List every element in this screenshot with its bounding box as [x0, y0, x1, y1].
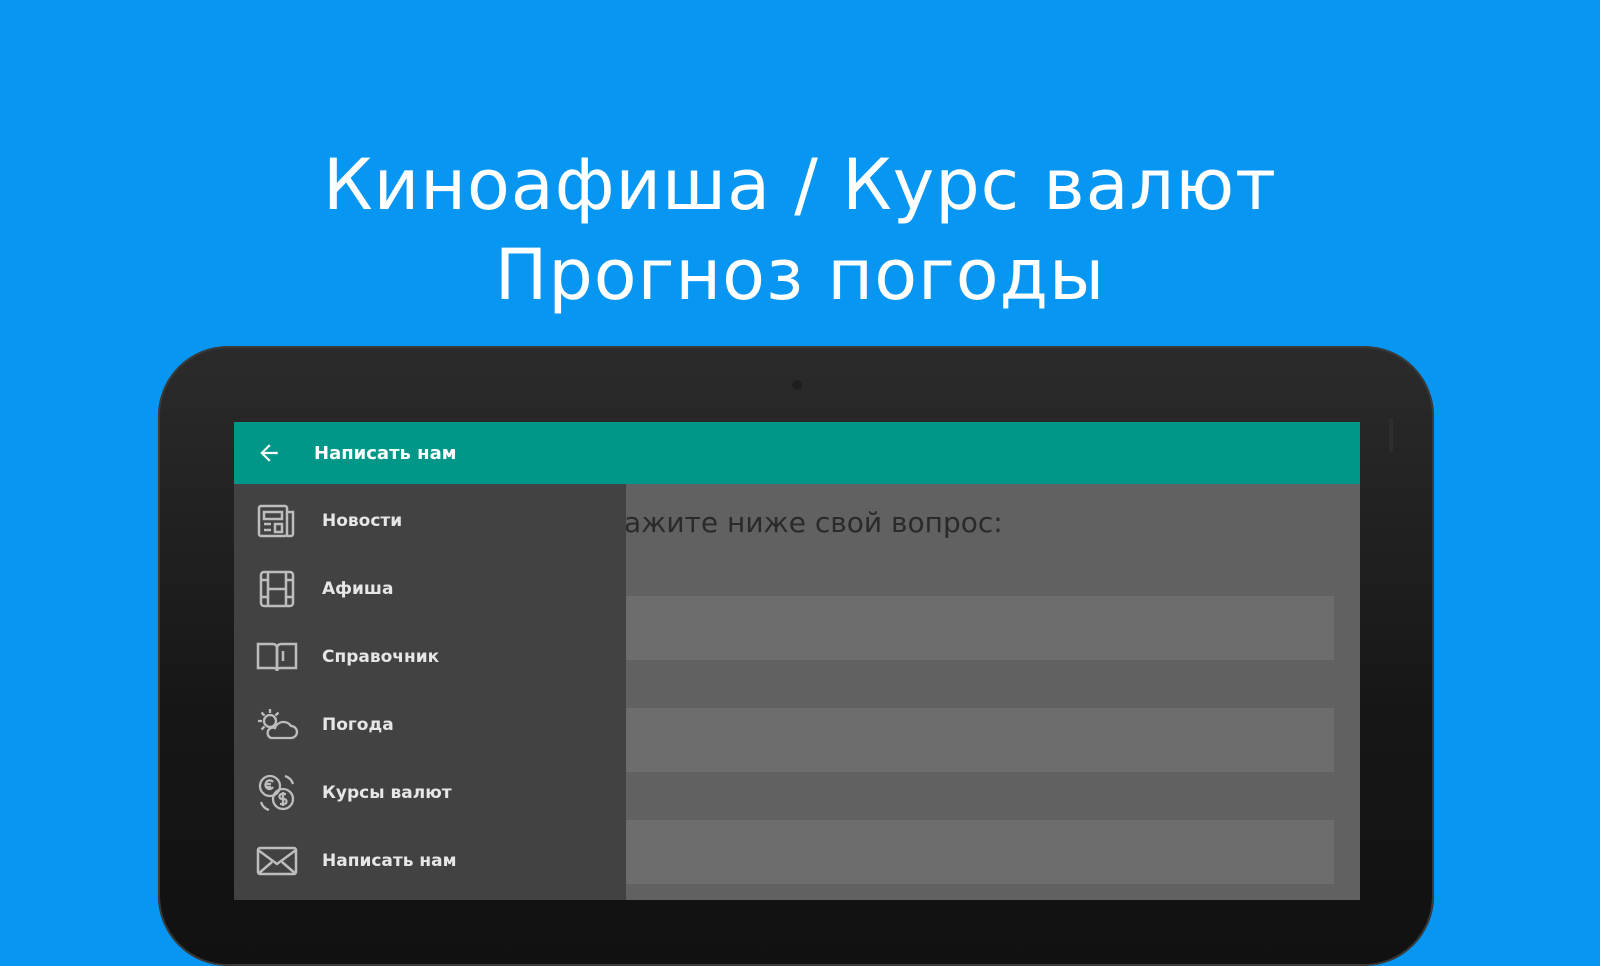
form-prompt: ажите ниже свой вопрос:: [624, 506, 1003, 539]
drawer-label-currency: Курсы валют: [322, 783, 452, 803]
form-field-1[interactable]: [614, 596, 1334, 660]
form-field-3[interactable]: [614, 820, 1334, 884]
drawer-label-afisha: Афиша: [322, 579, 394, 599]
drawer-label-directory: Справочник: [322, 647, 440, 667]
promo-headline-line-2: Прогноз погоды: [494, 234, 1106, 316]
weather-icon: [254, 702, 300, 748]
currency-icon: [254, 770, 300, 816]
drawer-item-currency[interactable]: Курсы валют: [234, 760, 626, 826]
drawer-label-contact: Написать нам: [322, 851, 457, 871]
tablet-screen: ажите ниже свой вопрос: Написать нам Нов…: [234, 422, 1360, 900]
toolbar-title: Написать нам: [314, 442, 457, 464]
back-button[interactable]: [234, 422, 304, 484]
book-icon: [254, 634, 300, 680]
drawer-label-weather: Погода: [322, 715, 394, 735]
drawer-item-contact[interactable]: Написать нам: [234, 828, 626, 894]
navigation-drawer: Новости Афиша Справочник Погода Курсы ва…: [234, 484, 626, 900]
mail-icon: [254, 838, 300, 884]
newspaper-icon: [254, 498, 300, 544]
drawer-item-news[interactable]: Новости: [234, 488, 626, 554]
drawer-item-afisha[interactable]: Афиша: [234, 556, 626, 622]
camera-icon: [792, 380, 802, 390]
drawer-item-weather[interactable]: Погода: [234, 692, 626, 758]
app-toolbar: Написать нам: [234, 422, 1360, 484]
tablet-side-button: [1389, 418, 1393, 452]
drawer-item-directory[interactable]: Справочник: [234, 624, 626, 690]
form-field-2[interactable]: [614, 708, 1334, 772]
drawer-label-news: Новости: [322, 511, 403, 531]
promo-headline-line-1: Киноафиша / Курс валют: [323, 144, 1277, 226]
arrow-left-icon: [260, 444, 278, 462]
film-icon: [254, 566, 300, 612]
